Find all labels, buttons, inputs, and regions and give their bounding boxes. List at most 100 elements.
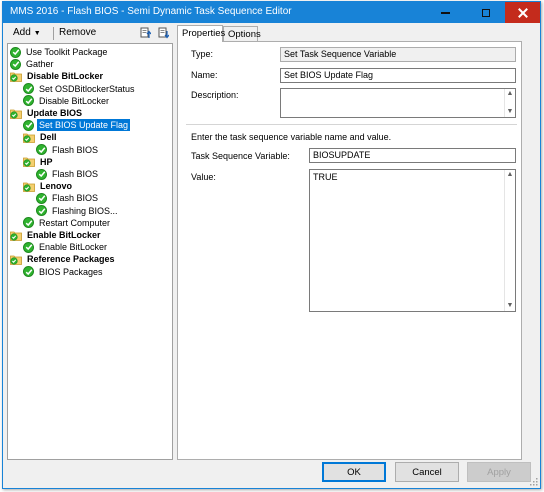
tree-item-label: Flash BIOS (52, 193, 99, 204)
tree-step[interactable]: Flash BIOS (36, 168, 100, 180)
tree-item-label: Flash BIOS (52, 144, 99, 155)
minimize-button[interactable] (431, 2, 460, 23)
tree-group[interactable]: HP (23, 156, 55, 168)
tree-group[interactable]: Lenovo (23, 180, 74, 192)
tree-item-label: Flashing BIOS... (52, 205, 118, 216)
value-label: Value: (191, 172, 216, 182)
tree-item-label: Enable BitLocker (27, 230, 101, 240)
cancel-button[interactable]: Cancel (395, 462, 459, 482)
type-field: Set Task Sequence Variable (280, 47, 516, 62)
tree-step[interactable]: Disable BitLocker (23, 95, 111, 107)
check-icon (10, 58, 21, 70)
description-label: Description: (191, 90, 239, 100)
resize-grip-icon[interactable] (528, 476, 538, 486)
close-button[interactable] (505, 2, 540, 23)
maximize-button[interactable] (471, 2, 500, 23)
tab-options[interactable]: Options (223, 26, 261, 42)
task-sequence-tree[interactable]: Use Toolkit Package Gather Disable BitLock… (7, 43, 173, 460)
tree-item-label: Disable BitLocker (39, 95, 110, 106)
add-label: Add (13, 27, 31, 38)
tree-item-label: Enable BitLocker (39, 242, 108, 253)
tree-item-label: Update BIOS (27, 108, 83, 118)
section-divider (186, 124, 517, 125)
tree-step[interactable]: BIOS Packages (23, 266, 105, 278)
folder-check-icon (10, 108, 22, 119)
tree-item-label: Gather (26, 59, 54, 70)
check-icon (23, 217, 34, 229)
value-field[interactable]: TRUE ▲ ▼ (309, 169, 516, 312)
tree-item-label: Set BIOS Update Flag (37, 119, 131, 132)
description-field[interactable]: ▲ ▼ (280, 88, 516, 118)
editor-window: MMS 2016 - Flash BIOS - Semi Dynamic Tas… (2, 1, 541, 489)
scroll-up-icon[interactable]: ▲ (505, 89, 515, 99)
minimize-icon (441, 11, 450, 14)
ok-button[interactable]: OK (322, 462, 386, 482)
instructions-text: Enter the task sequence variable name an… (191, 132, 392, 142)
tree-step[interactable]: Set BIOS Update Flag (23, 119, 131, 132)
move-up-icon[interactable] (140, 27, 152, 39)
tree-step[interactable]: Restart Computer (23, 217, 112, 229)
value-text: TRUE (313, 172, 338, 182)
tree-step[interactable]: Gather (10, 58, 56, 70)
tree-step[interactable]: Flash BIOS (36, 192, 100, 204)
check-icon (10, 46, 21, 58)
tree-step[interactable]: Flashing BIOS... (36, 205, 120, 217)
scroll-down-icon[interactable]: ▼ (505, 107, 515, 117)
title-bar[interactable]: MMS 2016 - Flash BIOS - Semi Dynamic Tas… (3, 2, 540, 23)
tree-item-label: Disable BitLocker (27, 71, 104, 82)
check-icon (23, 119, 34, 131)
folder-check-icon (10, 254, 22, 265)
tab-properties[interactable]: Properties (177, 25, 225, 42)
tree-item-label: Use Toolkit Package (26, 47, 108, 57)
toolbar-divider (53, 27, 54, 40)
tree-item-label: HP (40, 156, 53, 167)
variable-label: Task Sequence Variable: (191, 151, 290, 161)
apply-button[interactable]: Apply (467, 462, 531, 482)
tree-item-label: Reference Packages (27, 254, 115, 265)
tree-step[interactable]: Set OSDBitlockerStatus (23, 83, 137, 95)
close-icon (518, 8, 528, 18)
properties-panel: Type: Set Task Sequence Variable Name: S… (177, 41, 522, 460)
check-icon (23, 241, 34, 253)
window-title: MMS 2016 - Flash BIOS - Semi Dynamic Tas… (10, 6, 292, 17)
tree-group[interactable]: Reference Packages (10, 253, 117, 265)
tree-step[interactable]: Flash BIOS (36, 144, 100, 156)
folder-check-icon (23, 156, 35, 168)
folder-check-icon (10, 230, 22, 241)
tree-group[interactable]: Disable BitLocker (10, 70, 105, 82)
folder-check-icon (10, 71, 22, 82)
variable-field[interactable]: BIOSUPDATE (309, 148, 516, 163)
tree-item-label: BIOS Packages (39, 266, 103, 277)
tree-item-label: Dell (40, 132, 57, 143)
check-icon (23, 266, 34, 278)
tree-group[interactable]: Update BIOS (10, 107, 84, 119)
check-icon (36, 168, 47, 180)
check-icon (23, 83, 34, 95)
tree-toolbar: Add ▼ Remove (7, 26, 173, 42)
folder-check-icon (23, 181, 35, 192)
tree-step[interactable]: Enable BitLocker (23, 241, 109, 253)
add-menu-button[interactable]: Add ▼ (13, 27, 41, 38)
scroll-up-icon[interactable]: ▲ (505, 170, 515, 180)
type-label: Type: (191, 49, 214, 59)
tree-item-label: Lenovo (40, 181, 73, 192)
tree-group[interactable]: Dell (23, 131, 59, 143)
value-scrollbar[interactable]: ▲ ▼ (504, 170, 515, 311)
scroll-down-icon[interactable]: ▼ (505, 301, 515, 311)
maximize-icon (481, 8, 490, 17)
name-label: Name: (191, 70, 218, 80)
check-icon (36, 192, 47, 204)
check-icon (36, 144, 47, 156)
remove-button[interactable]: Remove (59, 27, 96, 38)
name-field[interactable]: Set BIOS Update Flag (280, 68, 516, 83)
chevron-down-icon: ▼ (33, 30, 41, 37)
tree-group[interactable]: Enable BitLocker (10, 229, 103, 241)
tree-item-label: Set OSDBitlockerStatus (39, 83, 135, 94)
tree-item-label: Restart Computer (39, 217, 111, 228)
tree-item-label: Flash BIOS (52, 169, 99, 179)
folder-check-icon (23, 132, 35, 143)
move-down-icon[interactable] (158, 27, 170, 39)
tree-step[interactable]: Use Toolkit Package (10, 46, 109, 58)
description-scrollbar[interactable]: ▲ ▼ (504, 89, 515, 117)
check-icon (36, 205, 47, 217)
